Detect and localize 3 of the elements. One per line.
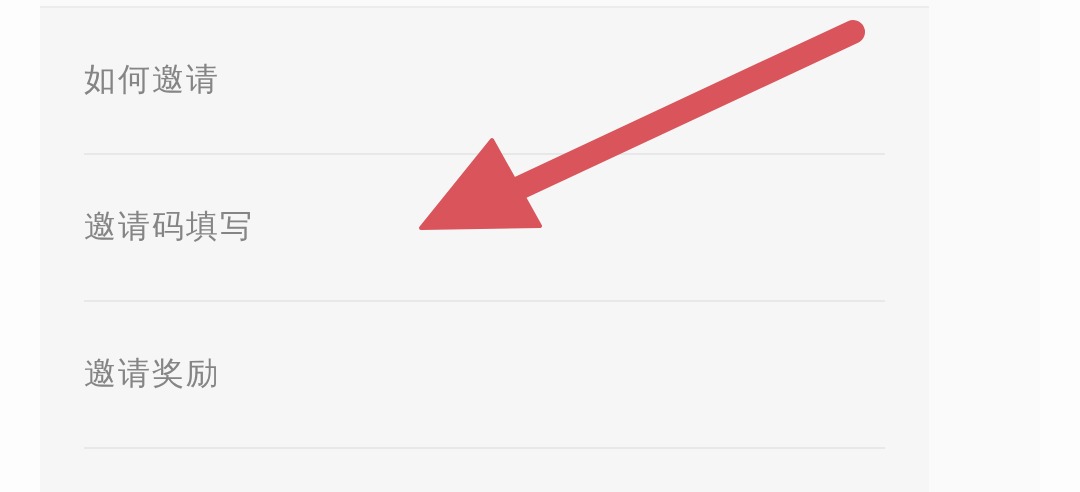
menu-item[interactable]: 邀请码填写 xyxy=(84,204,254,249)
menu-item[interactable]: 邀请奖励 xyxy=(84,351,220,396)
menu-item[interactable]: 如何邀请 xyxy=(84,57,220,102)
